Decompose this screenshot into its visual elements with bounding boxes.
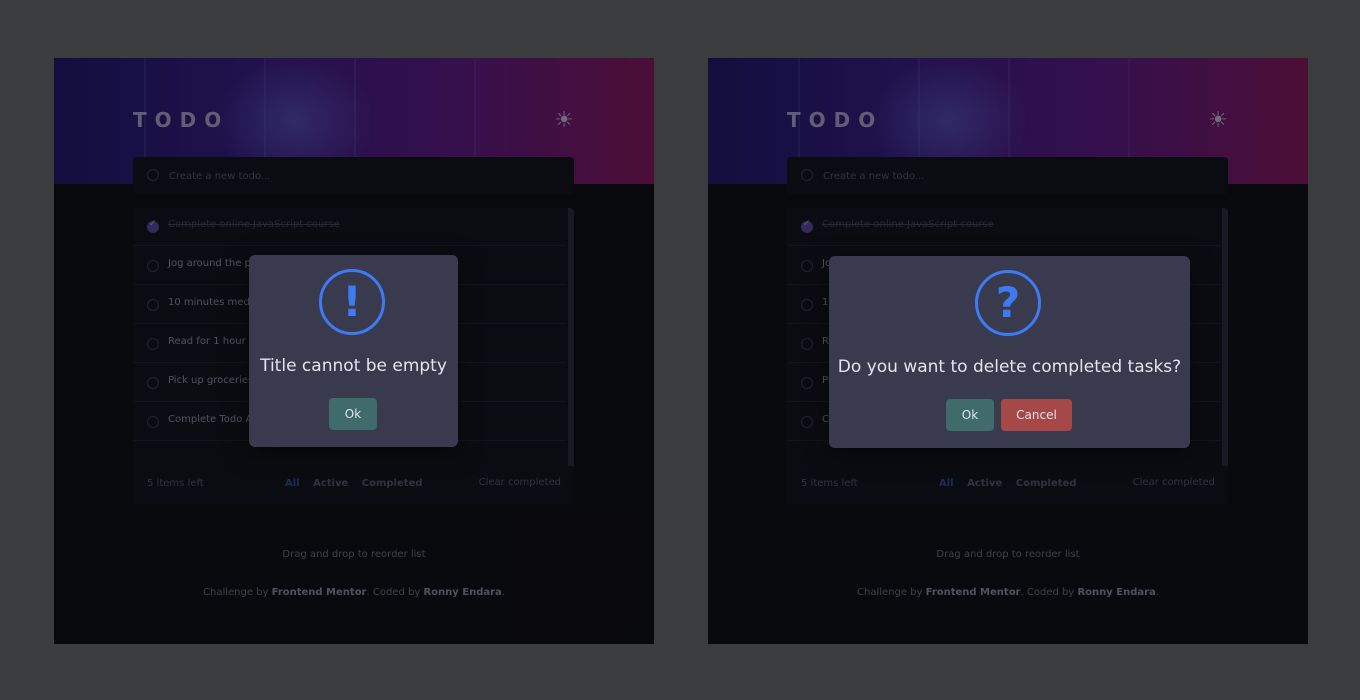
error-dialog: ! Title cannot be empty Ok [249,255,458,447]
screen-empty-title-alert: TODO ☀ Complete online JavaScript course… [54,58,654,644]
exclamation-icon: ! [319,269,385,335]
question-icon: ? [975,270,1041,336]
confirm-dialog: ? Do you want to delete completed tasks?… [829,256,1190,448]
dialog-title: Title cannot be empty [260,356,447,376]
dialog-title: Do you want to delete completed tasks? [837,357,1182,377]
screen-delete-confirm: TODO ☀ Complete online JavaScript course… [708,58,1308,644]
cancel-button[interactable]: Cancel [1001,399,1072,431]
ok-button[interactable]: Ok [946,399,994,431]
ok-button[interactable]: Ok [329,398,377,430]
